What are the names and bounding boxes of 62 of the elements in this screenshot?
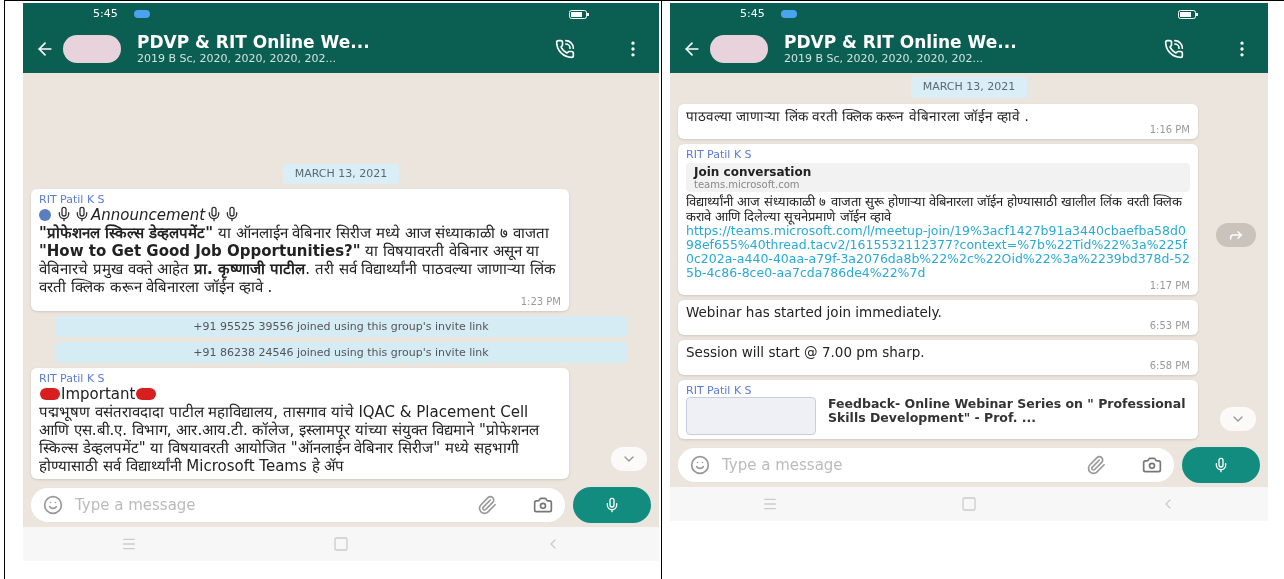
camera-icon[interactable] bbox=[533, 495, 553, 515]
status-time: 5:45 bbox=[93, 5, 118, 22]
chat-subtitle: 2019 B Sc, 2020, 2020, 2020, 202... bbox=[784, 52, 984, 65]
message-time: 1:17 PM bbox=[1148, 280, 1190, 291]
message-text: Important bbox=[61, 385, 136, 403]
message-input[interactable]: Type a message bbox=[31, 488, 565, 522]
call-icon[interactable] bbox=[1164, 39, 1184, 59]
message-time: 1:23 PM bbox=[519, 296, 561, 307]
microphone-icon bbox=[604, 497, 620, 513]
microphone-icon bbox=[74, 206, 90, 222]
message-text: पाठवल्या जाणाऱ्या लिंक वरती क्लिक करून वेबिनारला जॉईन व्हावे . bbox=[686, 108, 1029, 124]
message-time: 6:58 PM bbox=[1148, 360, 1190, 371]
file-title[interactable]: Feedback- Online Webinar Series on " Professional Skills Development" - Prof. ... bbox=[828, 397, 1190, 425]
message-time: 1:16 PM bbox=[1148, 124, 1190, 135]
preview-domain: teams.microsoft.com bbox=[694, 179, 801, 190]
date-chip: MARCH 13, 2021 bbox=[910, 77, 1028, 98]
recent-apps-icon[interactable] bbox=[121, 536, 137, 552]
message-text: "प्रोफेशनल स्किल्स डेव्हलपमेंट" या ऑनलाईन वेबिनार सिरीज मध्ये आज संध्याकाळी ७ वाजता "How to Get Good Job Opportunities?" या विषयावरती वेबिनार असून या वेबिनारचे प्रमुख वक्ते आहेत प्रा. कृष्णाजी पाटील. तरी सर्व विद्यार्थ्यांनी पाठवल्या जाणाऱ्या लिंक वरती क्लिक करून वेबिनारला जॉईन व्हावे . bbox=[39, 224, 556, 296]
notification-icon bbox=[780, 10, 797, 18]
microphone-icon bbox=[56, 206, 72, 222]
system-notice: +91 86238 24546 joined using this group's invite link bbox=[55, 342, 627, 363]
chat-title[interactable]: PDVP & RIT Online We... bbox=[784, 33, 1156, 52]
microphone-icon bbox=[1213, 457, 1229, 473]
voice-button[interactable] bbox=[573, 487, 651, 523]
camera-icon[interactable] bbox=[1142, 455, 1162, 475]
circle-emoji-icon bbox=[40, 388, 60, 400]
group-avatar[interactable] bbox=[63, 35, 121, 63]
emoji-icon[interactable] bbox=[690, 455, 710, 475]
battery-icon bbox=[569, 9, 589, 19]
attach-icon[interactable] bbox=[477, 495, 497, 515]
chat-title[interactable]: PDVP & RIT Online We... bbox=[137, 33, 547, 52]
message-text: Announcement bbox=[91, 206, 206, 224]
recent-apps-icon[interactable] bbox=[761, 496, 778, 512]
chat-subtitle: 2019 B Sc, 2020, 2020, 2020, 202... bbox=[137, 52, 337, 65]
group-avatar[interactable] bbox=[710, 35, 768, 63]
message-input[interactable]: Type a message bbox=[678, 448, 1174, 482]
forward-button[interactable] bbox=[1216, 223, 1256, 247]
preview-title: Join conversation bbox=[694, 165, 813, 179]
message-field[interactable]: Type a message bbox=[722, 453, 1074, 477]
scroll-down-button[interactable] bbox=[1220, 407, 1256, 431]
circle-emoji-icon bbox=[136, 388, 157, 400]
date-chip: MARCH 13, 2021 bbox=[282, 163, 400, 184]
voice-button[interactable] bbox=[1182, 447, 1260, 483]
emoji-icon[interactable] bbox=[43, 495, 63, 515]
sender-name: RIT Patil K S bbox=[686, 148, 753, 161]
battery-icon bbox=[1178, 9, 1198, 19]
scroll-down-button[interactable] bbox=[611, 447, 647, 471]
message-time: 6:53 PM bbox=[1148, 320, 1190, 331]
attach-icon[interactable] bbox=[1086, 455, 1106, 475]
sender-name: RIT Patil K S bbox=[39, 372, 106, 385]
sender-name: RIT Patil K S bbox=[686, 384, 753, 397]
link-preview[interactable]: Join conversation teams.microsoft.com bbox=[686, 163, 1190, 192]
status-time: 5:45 bbox=[740, 5, 765, 22]
call-icon[interactable] bbox=[555, 39, 575, 59]
message-text: विद्यार्थ्यांनी आज संध्याकाळी ७ वाजता सुरू होणाऱ्या वेबिनारला जॉईन होण्यासाठी खालील लिंक वरती क्लिक करावे आणि दिलेल्या सूचनेप्रमाणे जॉईन व्हावे bbox=[686, 194, 1182, 224]
system-notice: +91 95525 39556 joined using this group's invite link bbox=[55, 316, 627, 337]
message-text: Webinar has started join immediately. bbox=[686, 304, 942, 320]
message-text: पद्मभूषण वसंतरावदादा पाटील महाविद्यालय, तासगाव यांचे IQAC & Placement Cell आणि एस.बी.ए. विभाग, आर.आय.टी. कॉलेज, इस्लामपूर यांच्या संयुक्त विद्यमाने "प्रोफेशनल स्किल्स डेव्हलपमेंट" या विषयावरती आयोजित "ऑनलाईन वेबिनार सिरीज" मध्ये सहभागी होण्यासाठी सर्व विद्यार्थ्यांनी Microsoft Teams हे ॲप bbox=[39, 403, 539, 475]
message-text: Session will start @ 7.00 pm sharp. bbox=[686, 344, 925, 360]
sender-name: RIT Patil K S bbox=[39, 193, 106, 206]
notification-icon bbox=[133, 10, 150, 18]
message-field[interactable]: Type a message bbox=[75, 493, 465, 517]
